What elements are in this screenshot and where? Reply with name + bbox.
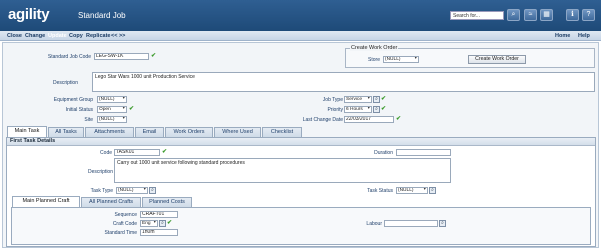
tab-work-orders[interactable]: Work Orders (165, 127, 213, 137)
task-code-label: Code (100, 150, 112, 156)
site-label: Site (84, 117, 93, 123)
check-icon: ✔ (381, 96, 387, 102)
tab-all-planned-crafts[interactable]: All Planned Crafts (81, 197, 141, 207)
page-title: Standard Job (78, 11, 126, 20)
equipment-group-label: Equipment Group (53, 97, 93, 103)
first-task-details-header: First Task Details (7, 138, 595, 146)
labour-label: Labour (366, 221, 382, 227)
lookup-icon[interactable]: ⌕ (429, 187, 436, 194)
priority-label: Priority (327, 107, 343, 113)
craft-code-select[interactable]: Eng (140, 220, 158, 227)
help-icon[interactable]: ? (582, 9, 595, 21)
labour-field[interactable] (384, 220, 438, 227)
initial-status-label: Initial Status (65, 107, 93, 113)
main-content: Standard Job Code LEG-SW-1K ✔ Create Wor… (2, 42, 599, 248)
store-select[interactable]: (NULL) (383, 56, 419, 63)
description-label: Description (52, 80, 78, 86)
search-input[interactable]: Search for... (450, 11, 504, 20)
main-task-panel: First Task Details Code TASK01 ✔ Duratio… (6, 137, 596, 247)
agility-logo[interactable]: agility (8, 6, 50, 23)
check-icon: ✔ (129, 106, 135, 112)
lookup-icon[interactable]: ⌕ (149, 187, 156, 194)
standard-job-code-label: Standard Job Code (47, 54, 91, 60)
store-label: Store (368, 57, 380, 63)
lookup-icon[interactable]: ⌕ (159, 220, 166, 227)
logo-text: agility (8, 6, 50, 23)
task-description-label: Description (87, 169, 113, 175)
task-code-field[interactable]: TASK01 (114, 149, 160, 156)
help-link[interactable]: Help (578, 33, 590, 39)
tab-attachments[interactable]: Attachments (85, 127, 134, 137)
task-type-select[interactable]: (NULL) (116, 187, 148, 194)
lookup-icon[interactable]: ⌕ (373, 96, 380, 103)
description-field[interactable]: Lego Star Wars 1000 unit Production Serv… (92, 72, 595, 92)
duration-label: Duration (374, 150, 393, 156)
task-status-select[interactable]: (NULL) (396, 187, 428, 194)
job-type-label: Job Type (322, 97, 343, 103)
lookup-icon[interactable]: ⌕ (373, 106, 380, 113)
task-description-field[interactable]: Carry out 1000 unit service following st… (114, 158, 451, 183)
craft-code-label: Craft Code (112, 221, 137, 227)
app-header: agility Standard Job Search for... ⌕ ≈ ▦… (0, 0, 601, 31)
action-toolbar: Close Change Update Copy Replicate << >>… (0, 31, 601, 41)
tab-main-planned-craft[interactable]: Main Planned Craft (12, 196, 80, 207)
priority-select[interactable]: 6 Hours (344, 106, 372, 113)
initial-status-select[interactable]: Open (97, 106, 127, 113)
check-icon: ✔ (162, 149, 168, 155)
change-button[interactable]: Change (25, 33, 45, 39)
update-button[interactable]: Update (48, 33, 67, 39)
tab-where-used[interactable]: Where Used (214, 127, 261, 137)
task-status-label: Task Status (367, 188, 393, 194)
duration-field[interactable] (396, 149, 451, 156)
job-type-select[interactable]: Service (344, 96, 372, 103)
planned-craft-panel: Sequence CRAFT01 Craft Code Eng ⌕ ✔ Labo… (11, 207, 591, 245)
last-change-date-label: Last Change Date (302, 117, 343, 123)
standard-time-field[interactable]: 1h0m (140, 229, 178, 236)
check-icon: ✔ (167, 220, 173, 226)
sequence-label: Sequence (114, 212, 137, 218)
grid-icon[interactable]: ▦ (540, 9, 553, 21)
standard-time-label: Standard Time (104, 230, 137, 236)
check-icon: ✔ (151, 53, 157, 59)
tab-email[interactable]: Email (135, 127, 164, 137)
check-icon: ✔ (396, 116, 402, 122)
lookup-icon[interactable]: ⌕ (439, 220, 446, 227)
navigate-arrows[interactable]: << >> (111, 33, 125, 39)
close-button[interactable]: Close (7, 33, 22, 39)
tab-planned-costs[interactable]: Planned Costs (142, 197, 192, 207)
last-change-date-field[interactable]: 22/03/2017 (344, 116, 394, 123)
check-icon: ✔ (381, 106, 387, 112)
sequence-field[interactable]: CRAFT01 (140, 211, 178, 218)
tab-main-task[interactable]: Main Task (7, 126, 47, 137)
create-work-order-group: Create Work Order Store (NULL) Create Wo… (345, 45, 595, 68)
info-icon[interactable]: ℹ (566, 9, 579, 21)
rss-icon[interactable]: ≈ (524, 9, 537, 21)
home-link[interactable]: Home (555, 33, 570, 39)
site-select[interactable]: (NULL) (97, 116, 127, 123)
create-work-order-button[interactable]: Create Work Order (468, 55, 526, 64)
tab-all-tasks[interactable]: All Tasks (48, 127, 84, 137)
task-type-label: Task Type (90, 188, 113, 194)
create-work-order-title: Create Work Order (350, 45, 399, 51)
standard-job-code-field[interactable]: LEG-SW-1K (94, 53, 149, 60)
search-icon[interactable]: ⌕ (507, 9, 520, 21)
tab-checklist[interactable]: Checklist (262, 127, 302, 137)
copy-button[interactable]: Copy (69, 33, 83, 39)
equipment-group-select[interactable]: (NULL) (97, 96, 127, 103)
replicate-button[interactable]: Replicate (86, 33, 110, 39)
